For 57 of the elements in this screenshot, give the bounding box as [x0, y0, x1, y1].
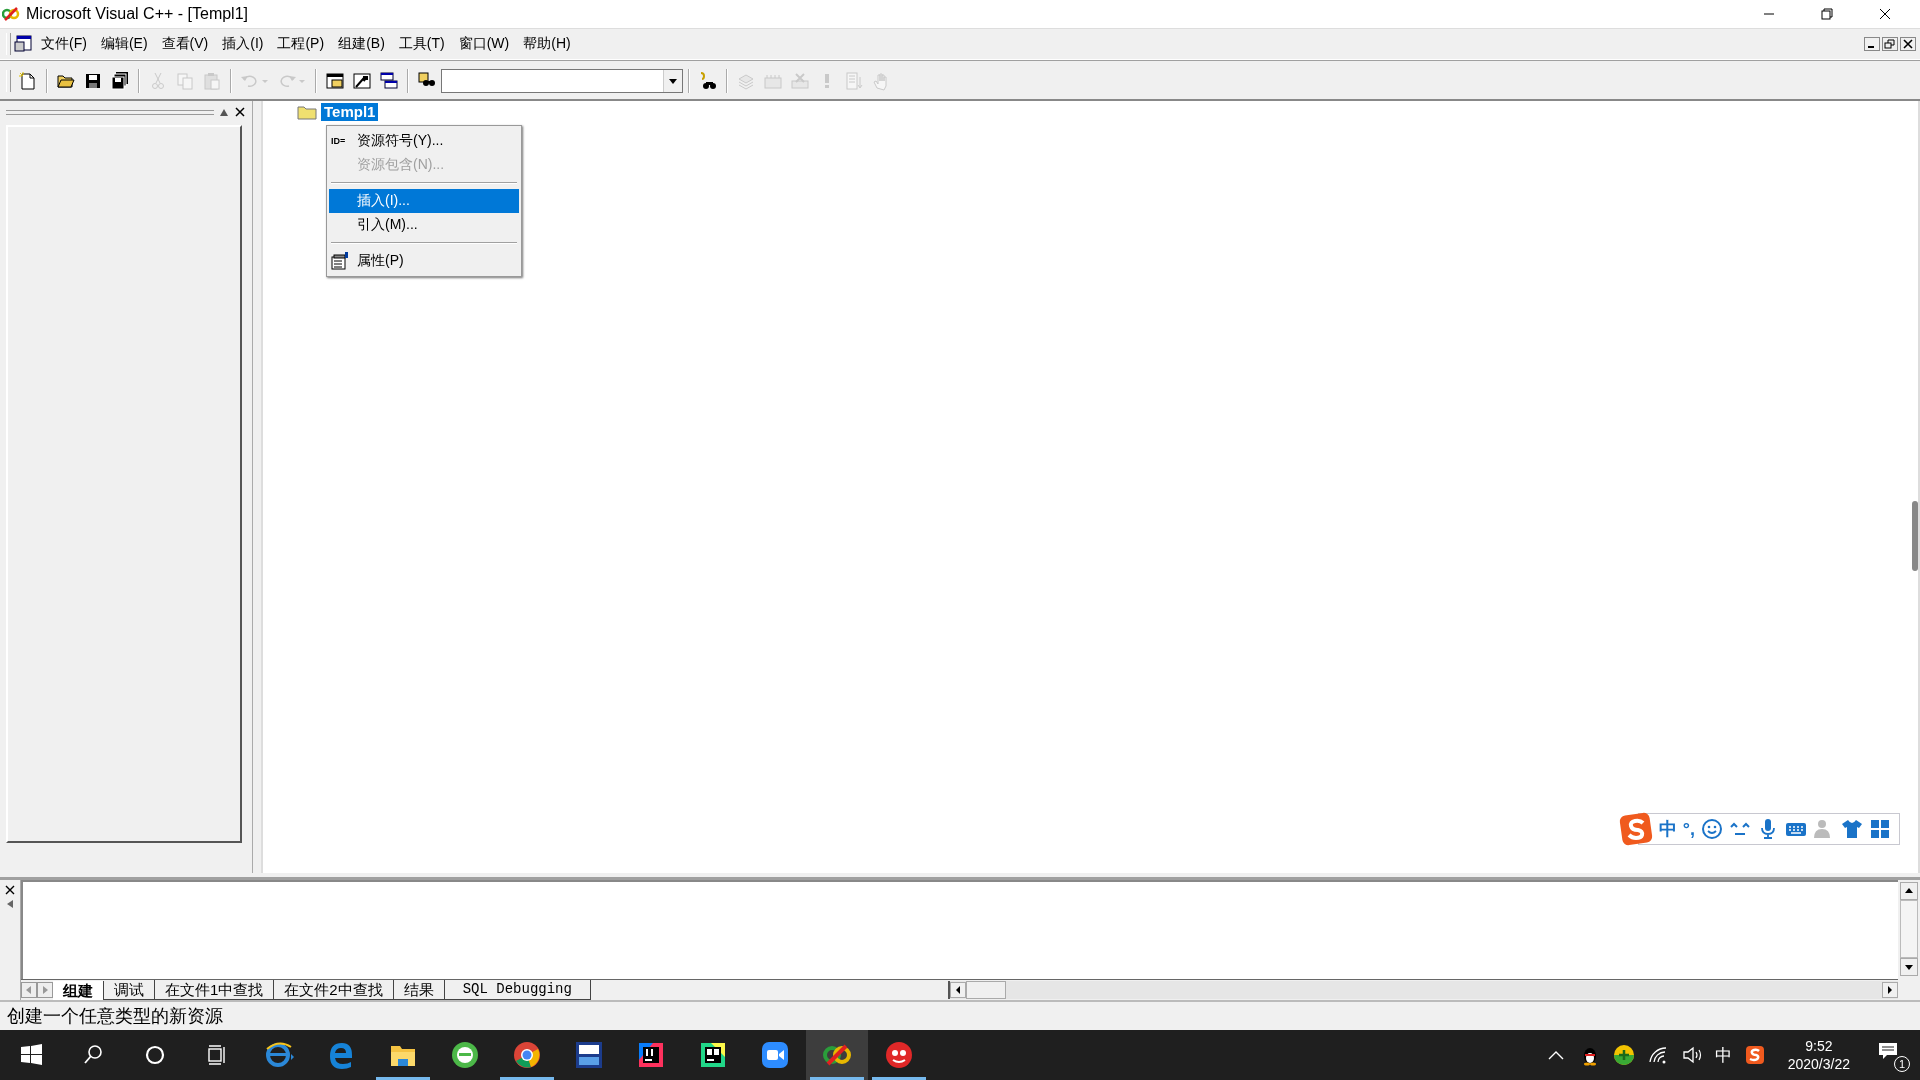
clock-time[interactable]: 9:52	[1805, 1037, 1833, 1055]
menu-item[interactable]: ID= 资源符号(Y)...	[329, 129, 519, 153]
status-text: 创建一个任意类型的新资源	[7, 1005, 223, 1028]
plus-circle-icon[interactable]	[1612, 1044, 1635, 1066]
smiley-icon[interactable]	[1701, 818, 1723, 840]
dropdown-arrow-icon[interactable]	[669, 78, 677, 84]
input-mode-toggle[interactable]: 中	[1658, 817, 1677, 841]
menu-item[interactable]: 查看(V)	[154, 35, 216, 53]
restore-icon[interactable]	[1882, 37, 1898, 51]
shirt-icon[interactable]	[1841, 818, 1863, 840]
output-tab[interactable]: 组建	[53, 980, 104, 1000]
infinity-logo-icon[interactable]	[806, 1030, 868, 1080]
input-method-logo-icon[interactable]	[1618, 812, 1653, 846]
menu-item[interactable]: 插入(I)...	[329, 189, 519, 213]
window-title: Microsoft Visual C++ - [Templ1]	[26, 5, 248, 23]
output-tab[interactable]: 在文件1中查找	[155, 980, 275, 1000]
folder-icon	[297, 104, 317, 120]
close-icon[interactable]	[234, 106, 246, 118]
output-tab[interactable]: 在文件2中查找	[274, 980, 394, 1000]
input-method-logo-icon[interactable]	[1743, 1044, 1766, 1066]
tree-item[interactable]: Templ1	[321, 103, 379, 121]
wifi-icon[interactable]	[1646, 1044, 1669, 1066]
menu-item[interactable]: 插入(I)	[215, 35, 271, 53]
output-tab[interactable]: 结果	[393, 980, 445, 1000]
scroll-down-icon[interactable]	[1900, 958, 1918, 976]
find-combo-box[interactable]	[441, 69, 683, 93]
input-indicator[interactable]: 中	[1714, 1043, 1732, 1067]
app-logo-icon	[2, 7, 20, 21]
output-tab[interactable]: 调试	[104, 980, 155, 1000]
horizontal-scrollbar[interactable]	[948, 981, 1898, 999]
close-icon[interactable]	[4, 884, 16, 896]
notification-button[interactable]: 1	[1872, 1038, 1910, 1072]
menu-item[interactable]: 编辑(E)	[93, 35, 155, 53]
menu-item[interactable]: 窗口(W)	[451, 35, 517, 53]
scroll-left-icon[interactable]	[950, 982, 966, 998]
menu-item[interactable]: 帮助(H)	[516, 35, 578, 53]
menu-item[interactable]: 文件(F)	[34, 35, 94, 53]
scroll-up-icon[interactable]	[1900, 882, 1918, 900]
grid-icon[interactable]	[1869, 818, 1891, 840]
output-tab[interactable]: SQL Debugging	[444, 980, 591, 1000]
punctuation-toggle[interactable]: °,	[1682, 818, 1695, 840]
properties-icon	[331, 252, 349, 270]
menu-item[interactable]: 工程(P)	[270, 35, 332, 53]
scroll-right-icon[interactable]	[1882, 982, 1898, 998]
document-window-icon[interactable]	[14, 34, 34, 54]
notification-icon	[1878, 1042, 1898, 1060]
close-icon[interactable]	[1900, 37, 1916, 51]
minimize-icon[interactable]	[1864, 37, 1880, 51]
scrollbar-thumb[interactable]	[966, 981, 1006, 999]
notification-count: 1	[1894, 1056, 1910, 1072]
speaker-icon[interactable]	[1680, 1044, 1703, 1066]
menu-item[interactable]: 属性(P)	[329, 249, 519, 273]
menu-item[interactable]: 引入(M)...	[329, 213, 519, 237]
clock-date[interactable]: 2020/3/22	[1787, 1055, 1850, 1073]
scrollbar-thumb[interactable]	[1900, 900, 1918, 958]
menu-item[interactable]: 工具(T)	[391, 35, 452, 53]
menu-item[interactable]: 组建(B)	[331, 35, 392, 53]
